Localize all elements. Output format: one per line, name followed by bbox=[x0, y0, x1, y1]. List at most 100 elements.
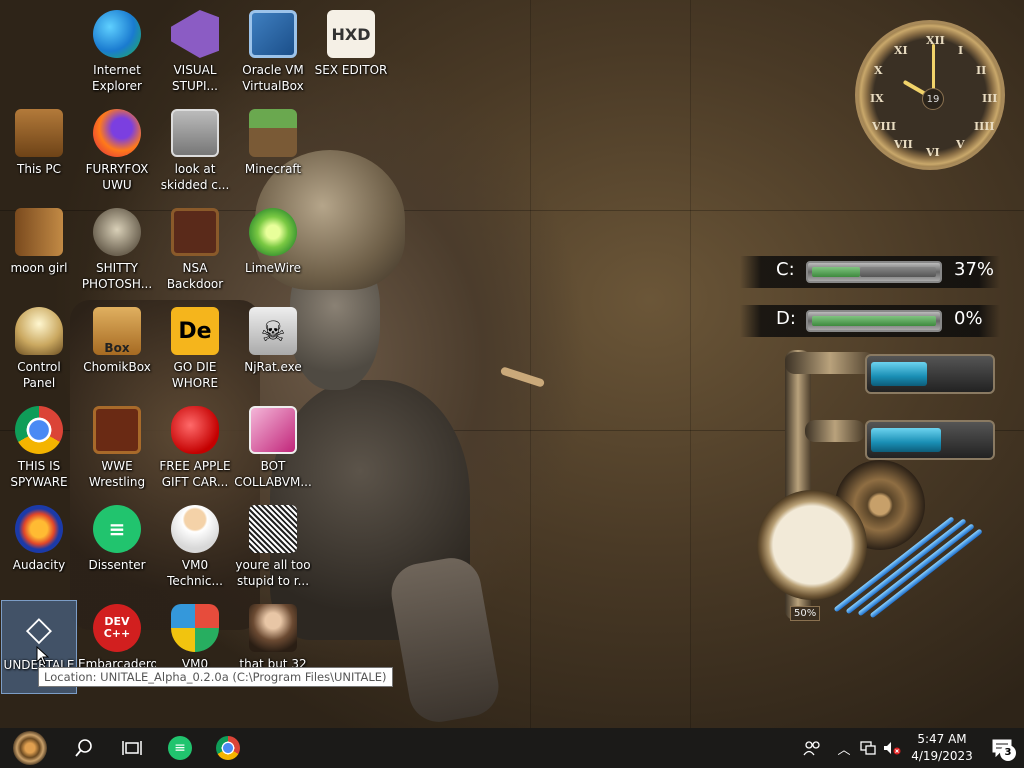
icon-label: NSA Backdoor bbox=[166, 261, 224, 291]
control-panel-icon bbox=[15, 307, 63, 355]
taskbar-chrome[interactable] bbox=[204, 728, 252, 768]
chrome-icon bbox=[15, 406, 63, 454]
icon-label: Audacity bbox=[12, 558, 66, 572]
task-view-icon bbox=[122, 741, 142, 755]
folder-copy-icon bbox=[171, 109, 219, 157]
taskbar-clock[interactable]: 5:47 AM 4/19/2023 bbox=[904, 731, 980, 765]
vm0-tech-icon bbox=[171, 505, 219, 553]
tooltip: Location: UNITALE_Alpha_0.2.0a (C:\Progr… bbox=[38, 667, 393, 687]
desktop-icon-chomikbox[interactable]: Box ChomikBox bbox=[79, 303, 155, 397]
people-button[interactable] bbox=[792, 728, 832, 768]
clock-numeral: IIII bbox=[974, 120, 995, 133]
nsa-icon bbox=[171, 208, 219, 256]
chomikbox-icon: Box bbox=[93, 307, 141, 355]
start-icon bbox=[13, 731, 47, 765]
desktop-icon-njrat[interactable]: ☠ NjRat.exe bbox=[235, 303, 311, 397]
icon-label: Control Panel bbox=[17, 360, 61, 390]
desktop-icon-wwe[interactable]: WWE Wrestling bbox=[79, 402, 155, 496]
icon-label: moon girl bbox=[10, 261, 68, 275]
icon-label: FREE APPLE GIFT CAR... bbox=[159, 459, 231, 489]
chrome-icon bbox=[216, 736, 240, 760]
gauge-percent: 50% bbox=[790, 606, 821, 621]
system-tray: ︿ 5:47 AM 4/19/2023 3 bbox=[792, 728, 1024, 768]
desktop-icon-vm0-technic[interactable]: VM0 Technic... bbox=[157, 501, 233, 595]
desktop-icon-internet-explorer[interactable]: Internet Explorer bbox=[79, 6, 155, 100]
taskbar-dissenter[interactable]: ≡ bbox=[156, 728, 204, 768]
network-button[interactable] bbox=[856, 728, 880, 768]
icon-label: GO DIE WHORE bbox=[171, 360, 219, 390]
task-view-button[interactable] bbox=[108, 728, 156, 768]
desktop-icon-visual-studio[interactable]: VISUAL STUPI... bbox=[157, 6, 233, 100]
memory-tube-fill bbox=[871, 362, 927, 386]
drive-meter-d: D: 0% bbox=[740, 305, 1000, 337]
desktop-icon-moon-girl[interactable]: moon girl bbox=[1, 204, 77, 298]
firefox-icon bbox=[93, 109, 141, 157]
icon-label: SHITTY PHOTOSH... bbox=[81, 261, 153, 291]
limewire-icon bbox=[249, 208, 297, 256]
desktop-icon-nsa-backdoor[interactable]: NSA Backdoor bbox=[157, 204, 233, 298]
clock-date-text: 4/19/2023 bbox=[911, 749, 973, 763]
clock-date: 19 bbox=[922, 88, 944, 110]
desktop-icon-control-panel[interactable]: Control Panel bbox=[1, 303, 77, 397]
icon-label: FURRYFOX UWU bbox=[85, 162, 149, 192]
desktop-icon-photoshop[interactable]: SHITTY PHOTOSH... bbox=[79, 204, 155, 298]
portrait-painting-icon bbox=[249, 604, 297, 652]
clock-numeral: X bbox=[874, 64, 883, 77]
desktop-icon-this-pc[interactable]: This PC bbox=[1, 105, 77, 199]
desktop-icon-sex-editor[interactable]: HXD SEX EDITOR bbox=[313, 6, 389, 100]
skull-icon: ☠ bbox=[249, 307, 297, 355]
icon-label: VM0 Technic... bbox=[167, 558, 223, 588]
search-button[interactable] bbox=[60, 728, 108, 768]
clock-numeral: VIII bbox=[872, 120, 896, 133]
icon-label: BOT COLLABVM... bbox=[234, 459, 312, 489]
drive-label: D: bbox=[776, 308, 796, 329]
taskbar: ≡ ︿ 5:47 AM 4/19/2023 3 bbox=[0, 728, 1024, 768]
desktop-icon-apple-gift[interactable]: FREE APPLE GIFT CAR... bbox=[157, 402, 233, 496]
icon-label: ChomikBox bbox=[83, 360, 151, 374]
desktop-icon-minecraft[interactable]: Minecraft bbox=[235, 105, 311, 199]
icon-label: LimeWire bbox=[244, 261, 302, 275]
wallpaper-line bbox=[530, 0, 531, 728]
drive-empty bbox=[860, 267, 936, 277]
volume-button[interactable] bbox=[880, 728, 904, 768]
clock-widget: XII I II III IIII V VI VII VIII IX X XI … bbox=[850, 12, 1015, 172]
icon-label: look at skidded c... bbox=[160, 162, 230, 192]
monitors-icon bbox=[249, 406, 297, 454]
icon-label: NjRat.exe bbox=[244, 360, 302, 374]
desktop-icon-virtualbox[interactable]: Oracle VM VirtualBox bbox=[235, 6, 311, 100]
show-hidden-icons-button[interactable]: ︿ bbox=[832, 728, 856, 768]
cpu-tube bbox=[865, 420, 995, 460]
audacity-icon bbox=[15, 505, 63, 553]
people-icon bbox=[803, 741, 820, 756]
minecraft-icon bbox=[249, 109, 297, 157]
desktop-icon-audacity[interactable]: Audacity bbox=[1, 501, 77, 595]
icon-label: WWE Wrestling bbox=[88, 459, 146, 489]
volume-muted-icon bbox=[884, 742, 901, 755]
start-button[interactable] bbox=[0, 728, 60, 768]
clock-numeral: VI bbox=[926, 146, 940, 159]
desktop-icon-dissenter[interactable]: ≡ Dissenter bbox=[79, 501, 155, 595]
clock-numeral: IX bbox=[870, 92, 884, 105]
drive-percent: 37% bbox=[954, 259, 995, 280]
desktop-icon-bot-collabvm[interactable]: BOT COLLABVM... bbox=[234, 402, 312, 496]
computer-icon bbox=[15, 109, 63, 157]
icon-label: VISUAL STUPI... bbox=[172, 63, 218, 93]
desktop-icon-spyware[interactable]: THIS IS SPYWARE bbox=[1, 402, 77, 496]
desktop-icon-furryfox[interactable]: FURRYFOX UWU bbox=[79, 105, 155, 199]
clock-time: 5:47 AM bbox=[917, 732, 967, 746]
clock-numeral: III bbox=[982, 92, 998, 105]
de-icon: De bbox=[171, 307, 219, 355]
dissenter-icon: ≡ bbox=[168, 736, 192, 760]
pressure-gauge bbox=[757, 490, 867, 600]
network-icon bbox=[860, 741, 876, 755]
desktop-icon-limewire[interactable]: LimeWire bbox=[235, 204, 311, 298]
desktop-icon-skidded[interactable]: look at skidded c... bbox=[157, 105, 233, 199]
desktop-icon-youre-all-too-stupid[interactable]: youre all too stupid to r... bbox=[235, 501, 311, 595]
icon-label: Minecraft bbox=[244, 162, 302, 176]
icon-label: This PC bbox=[17, 162, 61, 176]
pipe-horizontal bbox=[805, 420, 865, 442]
portrait-icon bbox=[249, 505, 297, 553]
action-center-button[interactable]: 3 bbox=[980, 728, 1024, 768]
icon-label: SEX EDITOR bbox=[314, 63, 388, 77]
desktop-icon-go-die[interactable]: De GO DIE WHORE bbox=[157, 303, 233, 397]
